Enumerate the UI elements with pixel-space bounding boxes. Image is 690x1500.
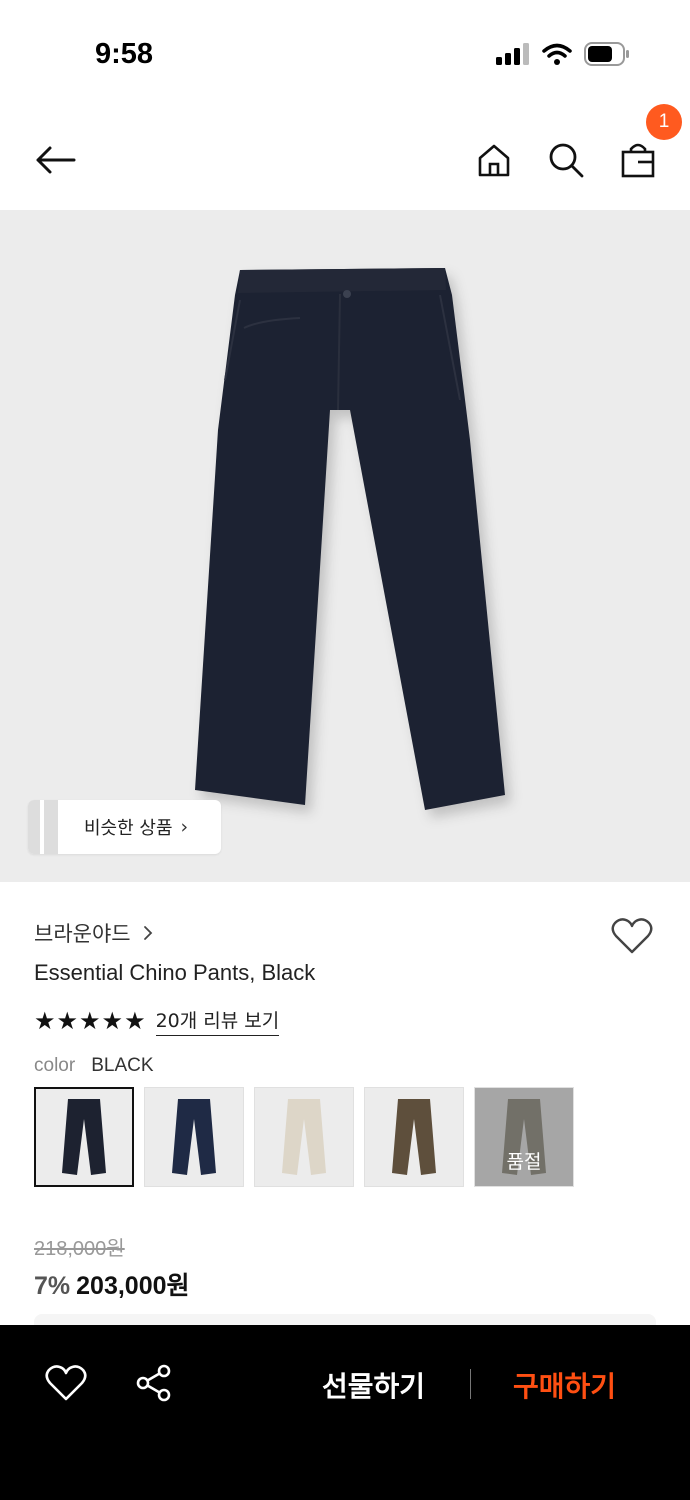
similar-products-thumbnail	[28, 800, 62, 854]
rating-row: ★ ★ ★ ★ ★ 20개 리뷰 보기	[34, 1006, 280, 1036]
gift-button[interactable]: 선물하기	[322, 1365, 425, 1405]
star-icon: ★	[101, 1007, 124, 1035]
wifi-icon	[542, 43, 572, 65]
buy-button[interactable]: 구매하기	[513, 1365, 616, 1405]
product-name: Essential Chino Pants, Black	[34, 960, 316, 985]
home-icon	[478, 144, 510, 177]
nav-actions: 1	[472, 104, 682, 182]
color-label: color	[34, 1055, 76, 1076]
chevron-right-icon	[143, 926, 152, 940]
reviews-link[interactable]: 20개 리뷰 보기	[155, 1006, 280, 1036]
color-swatch[interactable]	[144, 1087, 244, 1187]
rating-stars: ★ ★ ★ ★ ★	[34, 1009, 146, 1033]
color-swatch-sold-out[interactable]: 품절	[474, 1087, 574, 1187]
color-row: color BLACK	[34, 1054, 154, 1077]
pants-thumbnail	[282, 1099, 326, 1175]
star-icon: ★	[34, 1007, 56, 1035]
color-swatches: 품절	[34, 1087, 574, 1187]
similar-products-label: 비슷한 상품	[84, 818, 173, 839]
pants-thumbnail	[392, 1099, 436, 1175]
status-icons	[496, 42, 630, 66]
chevron-right-icon: ›	[180, 816, 189, 838]
search-icon	[549, 143, 584, 178]
pants-illustration	[195, 268, 505, 810]
back-arrow-icon	[36, 146, 76, 174]
star-icon: ★	[124, 1007, 146, 1035]
pants-thumbnail	[62, 1099, 106, 1175]
color-swatch[interactable]	[364, 1087, 464, 1187]
brand-link[interactable]: 브라운야드	[34, 918, 153, 948]
cart-count-badge: 1	[646, 104, 682, 140]
product-image[interactable]: 비슷한 상품 ›	[0, 210, 690, 882]
divider	[470, 1369, 471, 1399]
bottom-action-bar: 선물하기 구매하기	[0, 1325, 690, 1500]
similar-products-button[interactable]: 비슷한 상품 ›	[28, 800, 221, 854]
wishlist-heart-icon[interactable]	[610, 916, 654, 956]
status-time: 9:58	[95, 38, 154, 70]
pants-thumbnail	[172, 1099, 216, 1175]
share-icon[interactable]	[134, 1363, 174, 1403]
cellular-signal-icon	[496, 43, 529, 65]
sale-price: 203,000원	[76, 1272, 190, 1300]
home-button[interactable]	[472, 138, 516, 182]
price-row: 7% 203,000원	[34, 1266, 190, 1302]
star-icon: ★	[79, 1007, 101, 1035]
shopping-bag-icon	[621, 143, 655, 178]
color-value: BLACK	[91, 1055, 154, 1076]
brand-name: 브라운야드	[34, 922, 131, 946]
cart-button[interactable]: 1	[616, 104, 682, 182]
search-button[interactable]	[544, 138, 588, 182]
battery-icon	[584, 42, 629, 66]
sold-out-overlay: 품절	[475, 1088, 573, 1186]
color-swatch[interactable]	[254, 1087, 354, 1187]
discount-rate: 7%	[34, 1272, 71, 1300]
star-icon: ★	[56, 1007, 79, 1035]
top-nav-bar: 1	[0, 104, 690, 210]
status-bar: 9:58	[0, 0, 690, 110]
original-price: 218,000원	[34, 1238, 125, 1260]
color-swatch[interactable]	[34, 1087, 134, 1187]
back-button[interactable]	[30, 138, 80, 182]
wishlist-heart-icon[interactable]	[44, 1363, 88, 1403]
